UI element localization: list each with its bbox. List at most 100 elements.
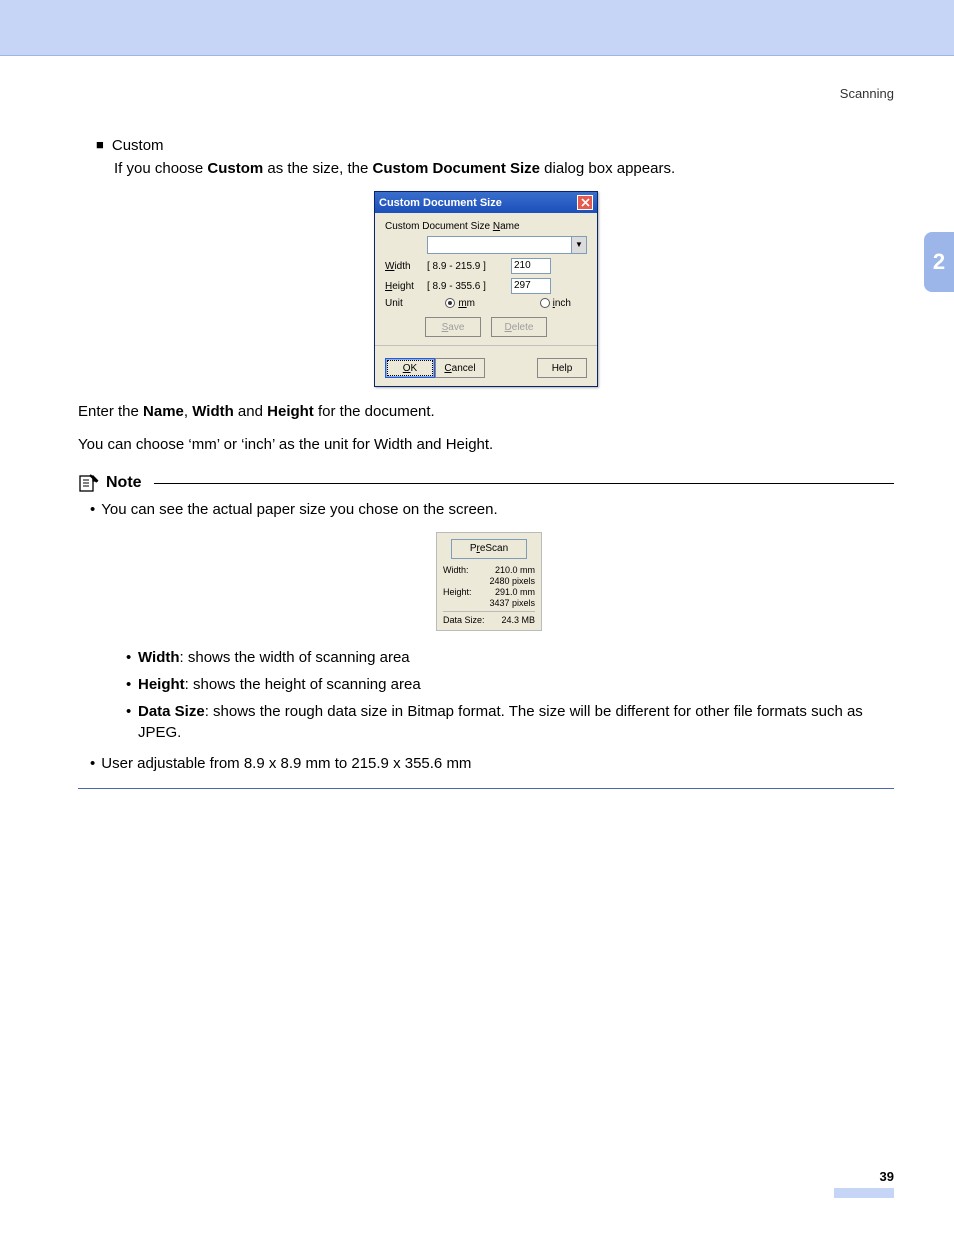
chevron-down-icon[interactable]: ▼ [571, 237, 586, 253]
text-bold: Custom [207, 160, 263, 177]
top-band [0, 0, 954, 55]
panel-width-row: Width: 210.0 mm [443, 565, 535, 575]
dialog-separator [375, 345, 597, 346]
bullet-icon: • [90, 755, 95, 772]
list-item: Width: shows the width of scanning area [126, 647, 894, 668]
text-bold: Data Size [138, 703, 205, 720]
text-bold: Name [143, 403, 184, 420]
list-item: Height: shows the height of scanning are… [126, 674, 894, 695]
text: ancel [452, 363, 476, 374]
cancel-button[interactable]: Cancel [435, 358, 485, 378]
text: m [458, 298, 466, 309]
text: elete [512, 322, 534, 333]
panel-separator [443, 611, 535, 612]
text: dialog box appears. [540, 160, 675, 177]
ok-button[interactable]: OK [385, 358, 435, 378]
custom-bullet-row: ■Custom [96, 137, 894, 154]
text: : shows the height of scanning area [185, 676, 421, 693]
text: : shows the width of scanning area [180, 649, 410, 666]
save-button[interactable]: Save [425, 317, 481, 337]
text: : shows the rough data size in Bitmap fo… [138, 703, 863, 741]
custom-bullet-text: Custom [112, 137, 164, 154]
unit-inch-option[interactable]: inch [540, 298, 571, 309]
intro-paragraph: If you choose Custom as the size, the Cu… [114, 158, 894, 179]
height-range: [ 8.9 - 355.6 ] [427, 281, 505, 292]
text: User adjustable from 8.9 x 8.9 mm to 215… [101, 755, 471, 772]
height-input[interactable]: 297 [511, 278, 551, 294]
text: C [444, 363, 451, 374]
unit-paragraph: You can choose ‘mm’ or ‘inch’ as the uni… [78, 434, 894, 455]
definitions-list: Width: shows the width of scanning area … [126, 647, 894, 743]
note-label: Note [106, 474, 142, 492]
label: Width: [443, 565, 469, 575]
dialog-titlebar: Custom Document Size [375, 192, 597, 213]
width-label: Width [385, 261, 421, 272]
note-end-line [78, 788, 894, 789]
section-header: Scanning [78, 86, 894, 101]
panel-width-px-row: 2480 pixels [443, 576, 535, 586]
close-icon[interactable] [577, 195, 593, 210]
page-content: Scanning 2 ■Custom If you choose Custom … [0, 56, 954, 1228]
note-line [154, 483, 894, 484]
text: Custom Document Size [385, 221, 493, 232]
list-item: Data Size: shows the rough data size in … [126, 701, 894, 743]
text: If you choose [114, 160, 207, 177]
name-combobox[interactable]: ▼ [427, 236, 587, 254]
page-number: 39 [78, 1169, 894, 1184]
text: idth [394, 261, 410, 272]
dialog-title: Custom Document Size [379, 197, 502, 209]
text: nch [555, 298, 571, 309]
note-bullet-1: •You can see the actual paper size you c… [90, 499, 894, 520]
label: Data Size: [443, 615, 485, 625]
width-input[interactable]: 210 [511, 258, 551, 274]
prescan-button[interactable]: PreScan [451, 539, 527, 559]
height-label: Height [385, 281, 421, 292]
radio-selected-icon [445, 298, 455, 308]
width-range: [ 8.9 - 215.9 ] [427, 261, 505, 272]
adjustable-bullet: • User adjustable from 8.9 x 8.9 mm to 21… [90, 753, 894, 774]
unit-mm-option[interactable]: mm [427, 298, 475, 309]
footer-accent [834, 1188, 894, 1198]
unit-label: Unit [385, 298, 421, 309]
panel-wrap: PreScan Width: 210.0 mm 2480 pixels Heigh… [84, 532, 894, 631]
dialog-footer: OK Cancel Help [375, 352, 597, 386]
name-combo-row: ▼ [385, 236, 587, 254]
text-bold: Custom Document Size [372, 160, 540, 177]
text: for the document. [314, 403, 435, 420]
text: O [403, 363, 411, 374]
text: m [467, 298, 475, 309]
value: 3437 pixels [489, 598, 535, 608]
save-delete-row: Save Delete [385, 317, 587, 337]
value: 2480 pixels [489, 576, 535, 586]
help-button[interactable]: Help [537, 358, 587, 378]
text: D [505, 322, 512, 333]
value: 24.3 MB [501, 615, 535, 625]
delete-button[interactable]: Delete [491, 317, 547, 337]
text: S [442, 322, 449, 333]
note-body: •You can see the actual paper size you c… [84, 499, 894, 774]
note-icon [78, 473, 100, 493]
text: Enter the [78, 403, 143, 420]
value: 210.0 mm [495, 565, 535, 575]
dialog-body: Custom Document Size Name ▼ Width [ 8.9 … [375, 213, 597, 352]
text: ame [500, 221, 519, 232]
text-bold: Height [138, 676, 185, 693]
chapter-tab: 2 [924, 232, 954, 292]
radio-icon [540, 298, 550, 308]
text-bold: Width [192, 403, 234, 420]
text-bold: Height [267, 403, 314, 420]
custom-document-size-dialog: Custom Document Size Custom Document Siz… [374, 191, 598, 387]
label: Height: [443, 587, 472, 597]
text: ave [448, 322, 464, 333]
bullet-icon: • [90, 501, 95, 518]
panel-datasize-row: Data Size: 24.3 MB [443, 615, 535, 625]
height-row: Height [ 8.9 - 355.6 ] 297 [385, 278, 587, 294]
text: N [493, 221, 500, 232]
value: 291.0 mm [495, 587, 535, 597]
dialog-wrap: Custom Document Size Custom Document Siz… [78, 191, 894, 387]
text: , [184, 403, 192, 420]
text: as the size, the [263, 160, 372, 177]
enter-name-paragraph: Enter the Name, Width and Height for the… [78, 401, 894, 422]
width-row: Width [ 8.9 - 215.9 ] 210 [385, 258, 587, 274]
unit-row: Unit mm inch [385, 298, 587, 309]
